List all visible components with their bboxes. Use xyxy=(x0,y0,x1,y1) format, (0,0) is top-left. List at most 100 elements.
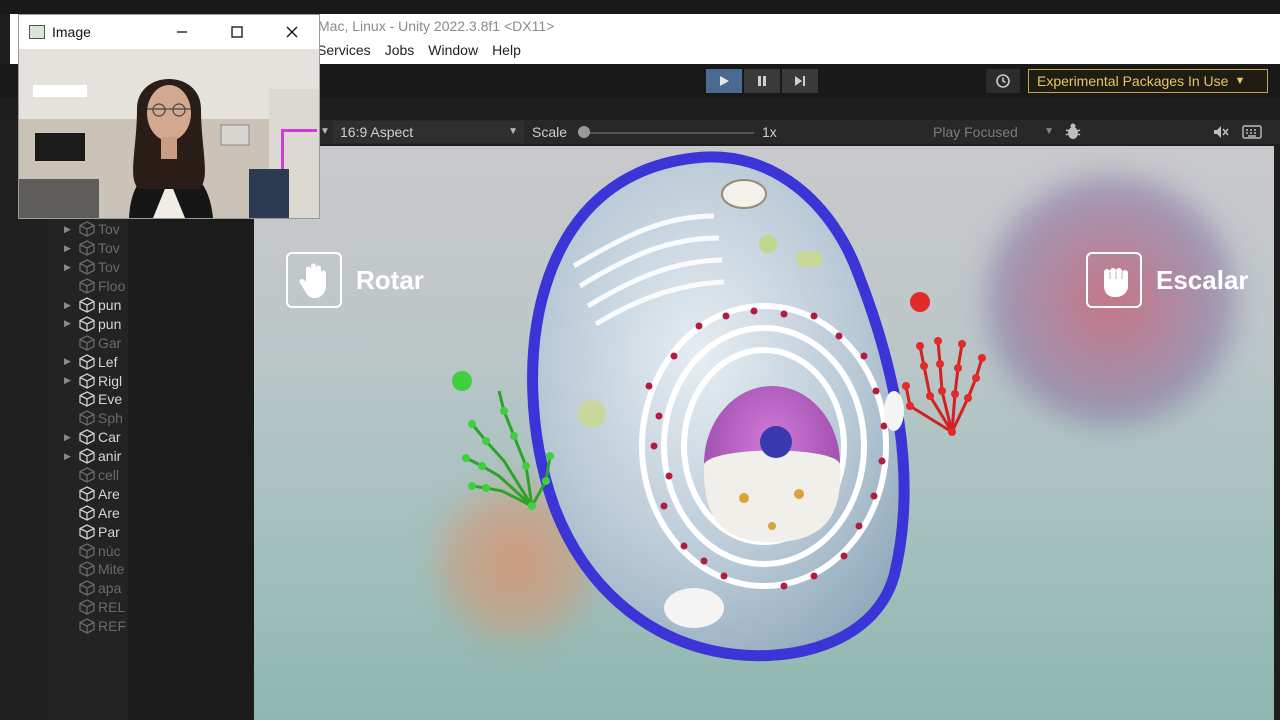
hierarchy-item[interactable]: Sph xyxy=(64,409,134,428)
hierarchy-item[interactable]: ▶ Tov xyxy=(64,239,134,258)
hierarchy-item-label: Par xyxy=(98,523,120,540)
hierarchy-item[interactable]: ▶ Rigl xyxy=(64,371,134,390)
gameobject-cube-icon xyxy=(79,372,95,389)
hierarchy-item-label: Tov xyxy=(98,240,120,257)
menu-window[interactable]: Window xyxy=(421,42,485,58)
minimize-icon xyxy=(177,31,187,33)
hierarchy-item-label: REL xyxy=(98,599,126,616)
hierarchy-item-label: pun xyxy=(98,297,122,313)
mitochondrion xyxy=(721,179,767,209)
hierarchy-item[interactable]: Floo xyxy=(64,277,134,296)
foldout-arrow-icon[interactable]: ▶ xyxy=(64,300,78,311)
close-icon xyxy=(286,26,298,38)
minimize-button[interactable] xyxy=(169,21,195,43)
gameobject-cube-icon xyxy=(79,486,95,502)
gameobject-cube-icon xyxy=(79,221,95,238)
keyboard-icon[interactable] xyxy=(1242,123,1262,141)
experimental-packages-dropdown[interactable]: Experimental Packages In Use ▼ xyxy=(1028,69,1268,93)
foldout-arrow-icon[interactable]: ▶ xyxy=(64,375,78,386)
play-button[interactable] xyxy=(706,69,742,93)
foldout-arrow-icon[interactable]: ▶ xyxy=(64,356,78,367)
hierarchy-list: ▶ Tov ▶ Tov ▶ Tov Floo ▶ pun ▶ pun Gar ▶ Lef ▶ Rigl Eve S… xyxy=(64,220,134,636)
pause-button[interactable] xyxy=(744,69,780,93)
webcam-window-title: Image xyxy=(52,24,91,40)
hierarchy-item-label: apa xyxy=(98,580,122,597)
pause-icon xyxy=(758,76,766,86)
gameobject-cube-icon xyxy=(79,391,95,408)
step-button[interactable] xyxy=(782,69,818,93)
hierarchy-item-label: pun xyxy=(98,315,122,332)
hierarchy-item[interactable]: Gar xyxy=(64,333,134,352)
menu-jobs[interactable]: Jobs xyxy=(378,42,422,58)
hierarchy-item[interactable]: Mite xyxy=(64,560,134,579)
scale-slider-handle[interactable] xyxy=(578,126,590,138)
hierarchy-item[interactable]: ▶ anir xyxy=(64,447,134,466)
hierarchy-item[interactable]: ▶ Tov xyxy=(64,220,134,239)
hierarchy-item-label: Gar xyxy=(98,334,122,351)
foldout-arrow-icon[interactable]: ▶ xyxy=(64,243,78,254)
display-dropdown-arrow[interactable]: ▼ xyxy=(320,126,330,137)
undo-history-button[interactable] xyxy=(986,69,1020,93)
hierarchy-item[interactable]: apa xyxy=(64,579,134,598)
hierarchy-item[interactable]: Eve xyxy=(64,390,134,409)
hierarchy-item[interactable]: REF xyxy=(64,617,134,636)
play-focused-dropdown[interactable]: Play Focused ▼ xyxy=(918,121,1056,143)
mute-audio-icon[interactable] xyxy=(1212,123,1230,141)
hierarchy-item-label: Are xyxy=(98,485,120,502)
hierarchy-item[interactable]: ▶ Tov xyxy=(64,258,134,277)
menu-help[interactable]: Help xyxy=(485,42,528,58)
maximize-button[interactable] xyxy=(224,21,250,43)
hierarchy-item[interactable]: Are xyxy=(64,503,134,522)
bug-icon[interactable] xyxy=(1064,122,1082,142)
play-focused-label: Play Focused xyxy=(933,124,1018,140)
webcam-window[interactable]: Image xyxy=(18,14,320,219)
rotate-label: Rotar xyxy=(356,264,424,295)
gameobject-cube-icon xyxy=(79,278,95,294)
foldout-arrow-icon[interactable]: ▶ xyxy=(64,451,78,462)
vacuole xyxy=(664,588,724,628)
hierarchy-item-label: anir xyxy=(98,448,122,465)
animal-cell-model[interactable] xyxy=(514,146,934,666)
hierarchy-item[interactable]: Are xyxy=(64,484,134,503)
hierarchy-item[interactable]: ▶ pun xyxy=(64,296,134,315)
chevron-down-icon: ▼ xyxy=(1044,126,1054,137)
gameobject-cube-icon xyxy=(79,297,95,313)
game-view[interactable]: Rotar Escalar xyxy=(254,146,1274,720)
hierarchy-item[interactable]: REL xyxy=(64,598,134,617)
chevron-down-icon: ▼ xyxy=(1234,75,1246,87)
hierarchy-item[interactable]: Par xyxy=(64,522,134,541)
maximize-icon xyxy=(231,26,243,38)
hierarchy-item-label: Lef xyxy=(98,353,118,370)
foldout-arrow-icon[interactable]: ▶ xyxy=(64,262,78,273)
gameobject-cube-icon xyxy=(79,505,95,521)
gameobject-cube-icon xyxy=(79,259,95,275)
menu-services[interactable]: Services xyxy=(310,42,378,58)
scale-label: Scale xyxy=(532,124,568,140)
hierarchy-item[interactable]: cell xyxy=(64,466,134,485)
hierarchy-item[interactable]: ▶ Lef xyxy=(64,352,134,371)
hierarchy-item-label: Rigl xyxy=(98,372,123,389)
open-hand-icon xyxy=(286,252,342,308)
hierarchy-item[interactable]: ▶ pun xyxy=(64,314,134,333)
gameobject-cube-icon xyxy=(79,410,95,427)
game-view-header: ▼ 16:9 Aspect ▼ Scale 1x Play Focused ▼ xyxy=(320,120,1280,144)
foldout-arrow-icon[interactable]: ▶ xyxy=(64,224,78,235)
webcam-titlebar[interactable]: Image xyxy=(19,15,319,49)
aspect-dropdown[interactable]: 16:9 Aspect ▼ xyxy=(334,121,524,143)
foldout-arrow-icon[interactable]: ▶ xyxy=(64,432,78,443)
chevron-down-icon: ▼ xyxy=(508,126,518,137)
scale-slider[interactable] xyxy=(582,132,754,134)
hierarchy-item-label: Tov xyxy=(98,221,120,238)
gameobject-cube-icon xyxy=(79,561,95,578)
hierarchy-item[interactable]: ▶ Car xyxy=(64,428,134,447)
peroxisome xyxy=(759,235,777,253)
hierarchy-item[interactable]: núc xyxy=(64,541,134,560)
gameobject-cube-icon xyxy=(79,523,95,540)
foldout-arrow-icon[interactable]: ▶ xyxy=(64,318,78,329)
scale-gesture-label: Escalar xyxy=(1156,264,1249,295)
top-strip xyxy=(0,0,1280,14)
close-button[interactable] xyxy=(279,21,305,43)
history-icon xyxy=(996,74,1010,88)
gameobject-cube-icon xyxy=(79,335,95,351)
aspect-label: 16:9 Aspect xyxy=(340,124,414,140)
